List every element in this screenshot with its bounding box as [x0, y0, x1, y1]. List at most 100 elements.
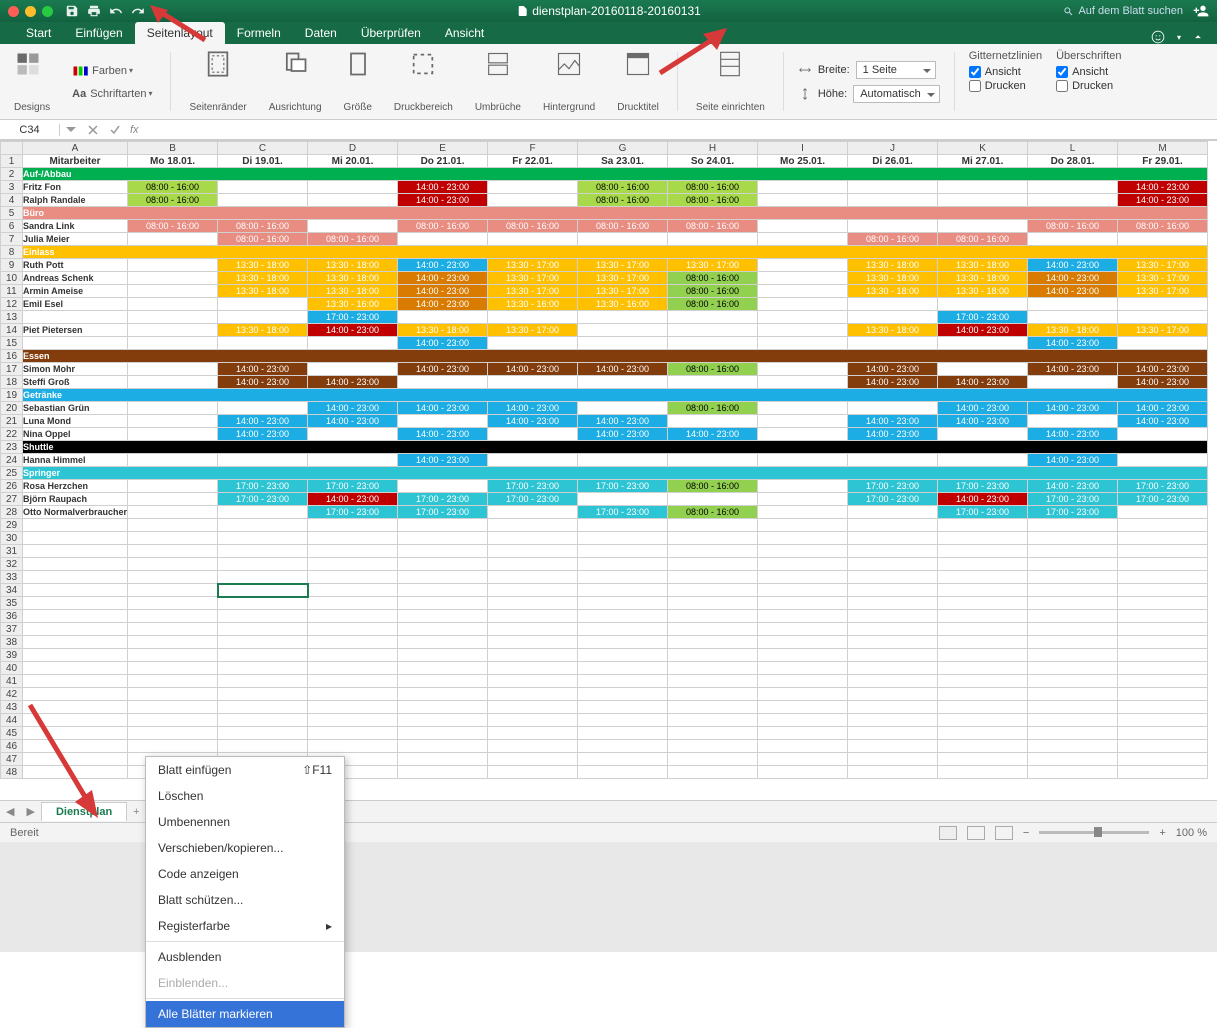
cell[interactable] [668, 753, 758, 766]
cell[interactable] [23, 584, 128, 597]
shift-cell[interactable]: 14:00 - 23:00 [488, 363, 578, 376]
shift-cell[interactable] [128, 363, 218, 376]
cell[interactable] [128, 688, 218, 701]
cell[interactable] [668, 688, 758, 701]
cell[interactable] [938, 610, 1028, 623]
shift-cell[interactable]: 13:30 - 17:00 [578, 272, 668, 285]
cell[interactable] [1028, 740, 1118, 753]
row-header[interactable]: 38 [1, 636, 23, 649]
row-header[interactable]: 5 [1, 207, 23, 220]
cell[interactable] [128, 727, 218, 740]
shift-cell[interactable] [848, 220, 938, 233]
shift-cell[interactable]: 13:30 - 16:00 [488, 298, 578, 311]
shift-cell[interactable]: 13:30 - 17:00 [1118, 285, 1208, 298]
shift-cell[interactable]: 14:00 - 23:00 [488, 415, 578, 428]
cell[interactable] [398, 766, 488, 779]
context-menu-item[interactable]: Umbenennen [146, 809, 344, 835]
colors-button[interactable]: Farben▾ [72, 62, 133, 80]
cell[interactable] [938, 714, 1028, 727]
shift-cell[interactable]: 08:00 - 16:00 [218, 220, 308, 233]
save-icon[interactable] [65, 4, 79, 18]
cell[interactable] [1118, 519, 1208, 532]
shift-cell[interactable]: 14:00 - 23:00 [1028, 259, 1118, 272]
header-cell[interactable]: Sa 23.01. [578, 155, 668, 168]
themes-icon[interactable] [14, 50, 42, 78]
cell[interactable] [128, 532, 218, 545]
shift-cell[interactable]: 17:00 - 23:00 [488, 480, 578, 493]
shift-cell[interactable]: 14:00 - 23:00 [668, 428, 758, 441]
section-header[interactable]: Shuttle [23, 441, 1208, 454]
section-header[interactable]: Büro [23, 207, 1208, 220]
shift-cell[interactable] [758, 337, 848, 350]
shift-cell[interactable]: 14:00 - 23:00 [398, 363, 488, 376]
cell[interactable] [398, 662, 488, 675]
shift-cell[interactable]: 14:00 - 23:00 [578, 363, 668, 376]
row-header[interactable]: 3 [1, 181, 23, 194]
height-combo[interactable]: Automatisch [853, 85, 940, 103]
header-cell[interactable]: Mo 18.01. [128, 155, 218, 168]
shift-cell[interactable] [758, 259, 848, 272]
shift-cell[interactable] [758, 493, 848, 506]
cell[interactable] [1028, 584, 1118, 597]
shift-cell[interactable]: 14:00 - 23:00 [1028, 428, 1118, 441]
context-menu-item[interactable]: Blatt schützen... [146, 887, 344, 913]
shift-cell[interactable]: 14:00 - 23:00 [1028, 272, 1118, 285]
header-cell[interactable]: Di 19.01. [218, 155, 308, 168]
shift-cell[interactable]: 14:00 - 23:00 [1118, 402, 1208, 415]
cell[interactable] [23, 649, 128, 662]
shift-cell[interactable] [488, 428, 578, 441]
cell[interactable] [218, 688, 308, 701]
shift-cell[interactable]: 14:00 - 23:00 [398, 428, 488, 441]
cell[interactable] [1028, 701, 1118, 714]
cell[interactable] [308, 545, 398, 558]
row-header[interactable]: 42 [1, 688, 23, 701]
shift-cell[interactable]: 13:30 - 17:00 [668, 259, 758, 272]
shift-cell[interactable] [668, 233, 758, 246]
row-header[interactable]: 39 [1, 649, 23, 662]
cell[interactable] [23, 688, 128, 701]
shift-cell[interactable]: 08:00 - 16:00 [128, 220, 218, 233]
cell[interactable] [218, 701, 308, 714]
cell[interactable] [758, 584, 848, 597]
cell[interactable] [758, 571, 848, 584]
cell[interactable] [1118, 545, 1208, 558]
cell[interactable] [218, 675, 308, 688]
section-header[interactable]: Einlass [23, 246, 1208, 259]
shift-cell[interactable]: 14:00 - 23:00 [1028, 454, 1118, 467]
shift-cell[interactable] [308, 428, 398, 441]
shift-cell[interactable] [218, 194, 308, 207]
shift-cell[interactable]: 17:00 - 23:00 [1028, 493, 1118, 506]
cell[interactable] [218, 649, 308, 662]
shift-cell[interactable] [128, 480, 218, 493]
cell[interactable] [488, 519, 578, 532]
cell[interactable] [1028, 558, 1118, 571]
cell[interactable] [668, 675, 758, 688]
cell[interactable] [308, 675, 398, 688]
cell[interactable] [488, 545, 578, 558]
cell[interactable] [23, 545, 128, 558]
shift-cell[interactable]: 17:00 - 23:00 [218, 480, 308, 493]
cell[interactable] [1118, 610, 1208, 623]
header-cell[interactable]: Fr 22.01. [488, 155, 578, 168]
row-header[interactable]: 36 [1, 610, 23, 623]
shift-cell[interactable]: 17:00 - 23:00 [1118, 480, 1208, 493]
cell[interactable] [1028, 623, 1118, 636]
shift-cell[interactable] [128, 415, 218, 428]
cell[interactable] [128, 597, 218, 610]
shift-cell[interactable] [398, 415, 488, 428]
cell[interactable] [218, 636, 308, 649]
cell[interactable] [23, 610, 128, 623]
cell[interactable] [308, 532, 398, 545]
formula-input[interactable] [139, 124, 1217, 136]
shift-cell[interactable] [758, 363, 848, 376]
page-setup-button[interactable]: Seite einrichten [692, 48, 769, 115]
cell[interactable] [848, 688, 938, 701]
cell[interactable] [308, 701, 398, 714]
row-header[interactable]: 14 [1, 324, 23, 337]
cell[interactable] [668, 636, 758, 649]
cell[interactable] [308, 623, 398, 636]
cell[interactable] [668, 532, 758, 545]
shift-cell[interactable] [1028, 194, 1118, 207]
cell[interactable] [938, 740, 1028, 753]
cell[interactable] [398, 740, 488, 753]
